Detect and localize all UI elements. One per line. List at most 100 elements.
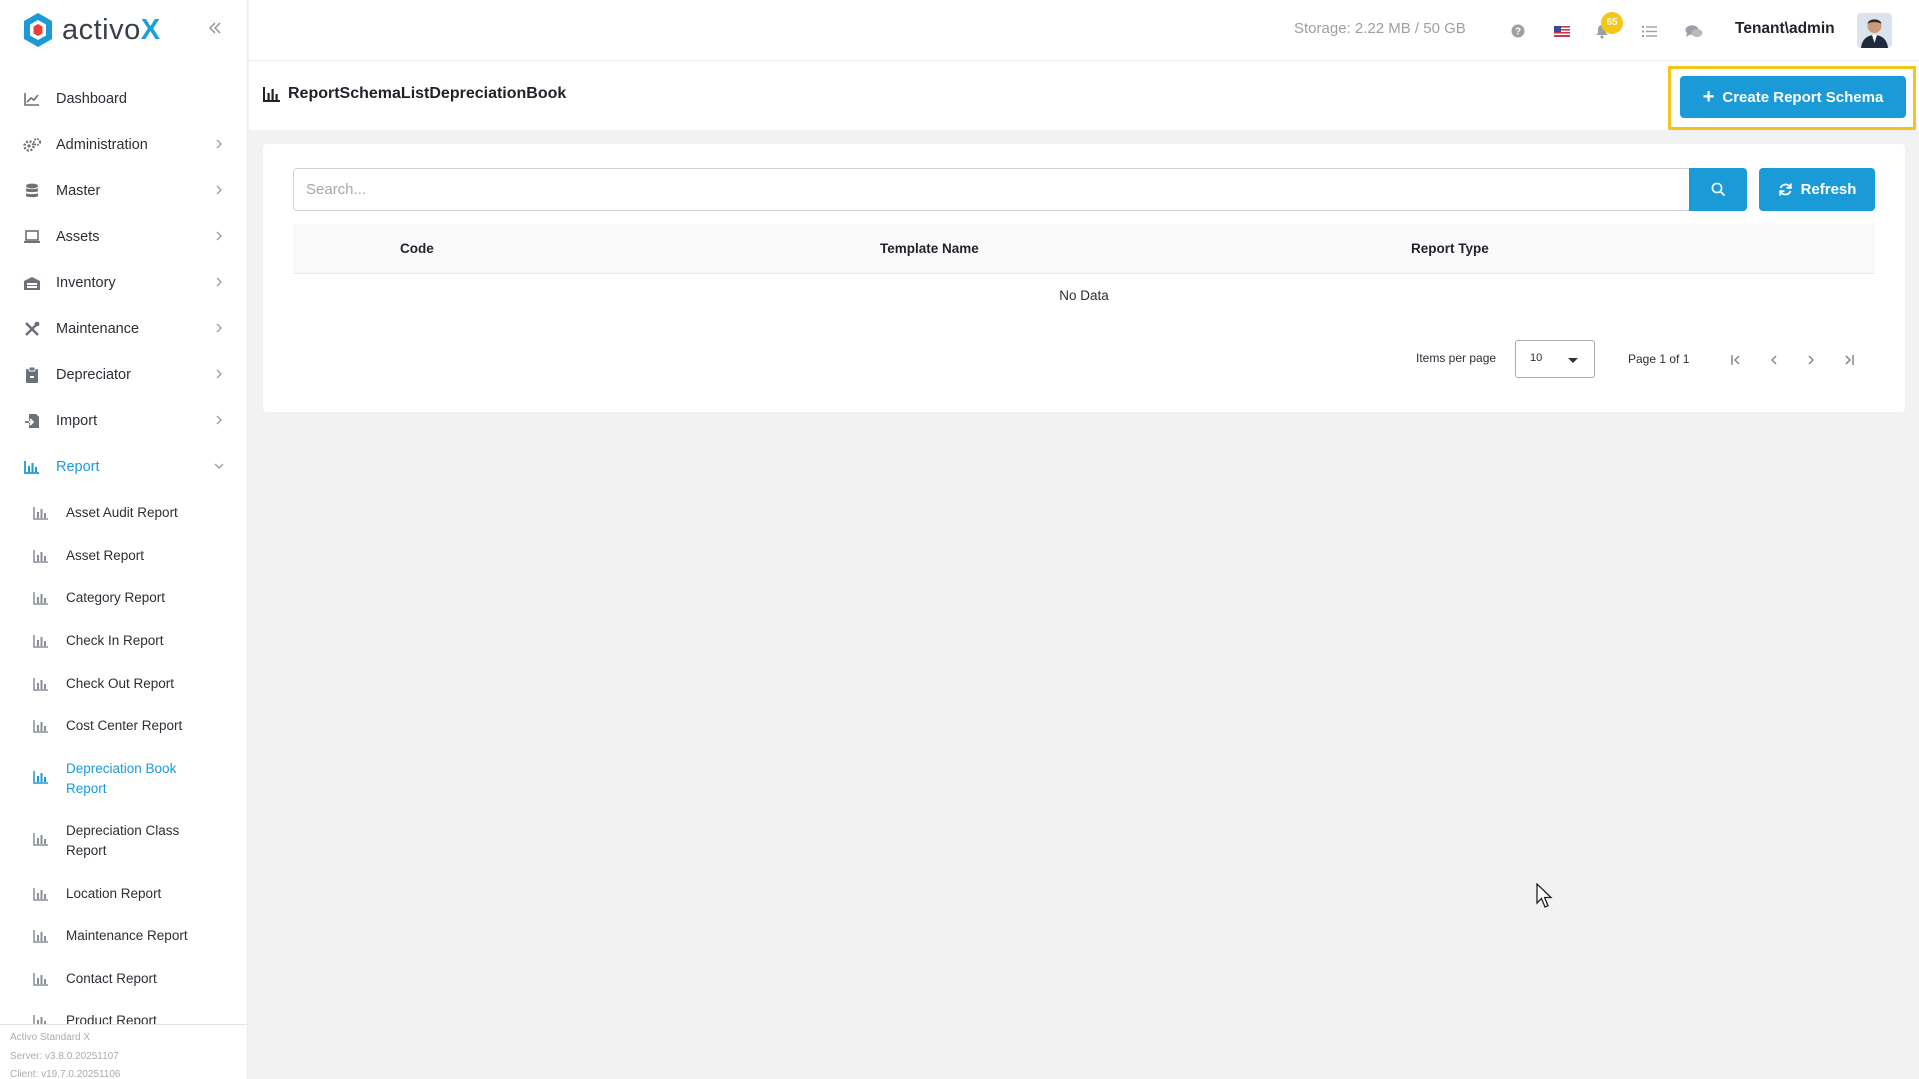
- warehouse-icon: [22, 273, 42, 293]
- topbar: Storage: 2.22 MB / 50 GB ? 65 Tenant\adm…: [249, 0, 1919, 61]
- search-input[interactable]: [294, 169, 1689, 210]
- sidebar-subitem-depreciation-book-report[interactable]: Depreciation Book Report: [0, 759, 216, 799]
- search-button[interactable]: [1689, 168, 1747, 211]
- sidebar-item-label: Assets: [56, 229, 100, 245]
- sidebar-subitem-cost-center-report[interactable]: Cost Center Report: [0, 716, 216, 736]
- mouse-cursor-icon: [1536, 883, 1553, 908]
- next-page-button[interactable]: [1797, 346, 1825, 374]
- search-icon: [1711, 182, 1725, 197]
- tools-icon: [22, 319, 42, 339]
- chart-line-icon: [22, 89, 42, 109]
- bar-chart-icon: [22, 457, 42, 477]
- bar-chart-icon: [33, 771, 48, 784]
- plus-icon: +: [1702, 85, 1715, 108]
- search-field: [293, 168, 1690, 211]
- page-title: ReportSchemaListDepreciationBook: [263, 85, 566, 103]
- laptop-icon: [22, 227, 42, 247]
- previous-page-button[interactable]: [1760, 346, 1788, 374]
- client-version: Client: v19.7.0.20251106: [10, 1069, 121, 1079]
- bar-chart-icon: [33, 507, 48, 520]
- clipboard-icon: [22, 365, 42, 385]
- chevron-right-icon: [216, 369, 222, 379]
- collapse-sidebar-icon[interactable]: [204, 18, 226, 40]
- version-info: Activo Standard X Server: v3.8.0.2025110…: [0, 1024, 247, 1079]
- create-report-schema-button[interactable]: + Create Report Schema: [1680, 76, 1906, 118]
- sidebar-subitem-product-report[interactable]: Product Report: [0, 1011, 216, 1024]
- sidebar-subitem-asset-audit-report[interactable]: Asset Audit Report: [0, 503, 216, 523]
- chevron-right-icon: [216, 277, 222, 287]
- bar-chart-icon: [33, 720, 48, 733]
- sidebar-subitem-contact-report[interactable]: Contact Report: [0, 969, 216, 989]
- sidebar-item-label: Maintenance: [56, 321, 140, 337]
- sidebar-item-label: Depreciator: [56, 367, 131, 383]
- column-header-code[interactable]: Code: [400, 241, 434, 256]
- bar-chart-icon: [33, 1015, 46, 1024]
- sidebar-nav: Dashboard Administration Master Assets I…: [0, 76, 247, 490]
- sidebar-subitem-depreciation-class-report[interactable]: Depreciation Class Report: [0, 821, 216, 861]
- bar-chart-icon: [263, 87, 280, 102]
- first-page-button[interactable]: [1722, 346, 1750, 374]
- bar-chart-icon: [33, 888, 48, 901]
- bar-chart-icon: [33, 973, 48, 986]
- activo-logo-icon: [24, 13, 52, 47]
- sidebar-item-label: Report: [56, 459, 100, 475]
- sidebar-item-administration[interactable]: Administration: [0, 122, 247, 168]
- sidebar-item-label: Master: [56, 183, 101, 199]
- sidebar-item-dashboard[interactable]: Dashboard: [0, 76, 247, 122]
- sidebar-item-label: Dashboard: [56, 91, 127, 107]
- pagination: Items per page 10 Page 1 of 1: [263, 340, 1905, 380]
- task-list-icon[interactable]: [1638, 20, 1660, 42]
- gears-icon: [22, 135, 42, 155]
- chevron-right-icon: [1808, 355, 1814, 365]
- sidebar-item-assets[interactable]: Assets: [0, 214, 247, 260]
- empty-table-message: No Data: [1059, 288, 1109, 303]
- bar-chart-icon: [33, 592, 48, 605]
- help-icon[interactable]: ?: [1507, 20, 1529, 42]
- sidebar-item-report[interactable]: Report: [0, 444, 247, 490]
- refresh-label: Refresh: [1800, 181, 1857, 198]
- first-page-icon: [1731, 355, 1740, 365]
- bar-chart-icon: [33, 678, 48, 691]
- chevron-left-icon: [1771, 355, 1777, 365]
- sidebar-item-inventory[interactable]: Inventory: [0, 260, 247, 306]
- database-icon: [22, 181, 42, 201]
- column-header-template-name[interactable]: Template Name: [880, 241, 979, 256]
- bar-chart-icon: [33, 930, 48, 943]
- us-flag-icon[interactable]: [1551, 20, 1573, 42]
- column-header-report-type[interactable]: Report Type: [1411, 241, 1489, 256]
- sidebar-subitem-check-out-report[interactable]: Check Out Report: [0, 674, 216, 694]
- chevron-down-icon: [214, 463, 224, 469]
- refresh-button[interactable]: Refresh: [1759, 168, 1875, 211]
- sidebar-item-maintenance[interactable]: Maintenance: [0, 306, 247, 352]
- last-page-icon: [1845, 355, 1854, 365]
- logo-text: activoX: [62, 13, 161, 46]
- items-per-page-select[interactable]: 10: [1515, 340, 1595, 378]
- chevron-right-icon: [216, 185, 222, 195]
- last-page-button[interactable]: [1835, 346, 1863, 374]
- items-per-page-label: Items per page: [1416, 351, 1497, 365]
- server-version: Server: v3.8.0.20251107: [10, 1050, 119, 1062]
- chevron-right-icon: [216, 415, 222, 425]
- sidebar-subitem-location-report[interactable]: Location Report: [0, 884, 216, 904]
- sidebar-subitem-maintenance-report[interactable]: Maintenance Report: [0, 926, 216, 946]
- user-name[interactable]: Tenant\admin: [1735, 20, 1835, 38]
- chevron-right-icon: [216, 323, 222, 333]
- sidebar-subitem-asset-report[interactable]: Asset Report: [0, 546, 216, 566]
- page-title-text: ReportSchemaListDepreciationBook: [288, 85, 567, 102]
- notification-badge: 65: [1601, 12, 1623, 34]
- table-header: Code Template Name Report Type: [293, 224, 1875, 274]
- file-import-icon: [22, 411, 42, 431]
- caret-down-icon: [1568, 358, 1578, 363]
- sidebar-item-depreciator[interactable]: Depreciator: [0, 352, 247, 398]
- bar-chart-icon: [33, 550, 48, 563]
- create-button-label: Create Report Schema: [1722, 88, 1884, 106]
- sidebar-item-master[interactable]: Master: [0, 168, 247, 214]
- sidebar-subitem-check-in-report[interactable]: Check In Report: [0, 631, 216, 651]
- bar-chart-icon: [33, 635, 48, 648]
- svg-text:?: ?: [1515, 27, 1521, 38]
- chat-icon[interactable]: [1683, 20, 1705, 42]
- edition-text: Activo Standard X: [10, 1032, 91, 1043]
- avatar[interactable]: [1857, 13, 1892, 48]
- sidebar-subitem-category-report[interactable]: Category Report: [0, 588, 216, 608]
- sidebar-item-import[interactable]: Import: [0, 398, 247, 444]
